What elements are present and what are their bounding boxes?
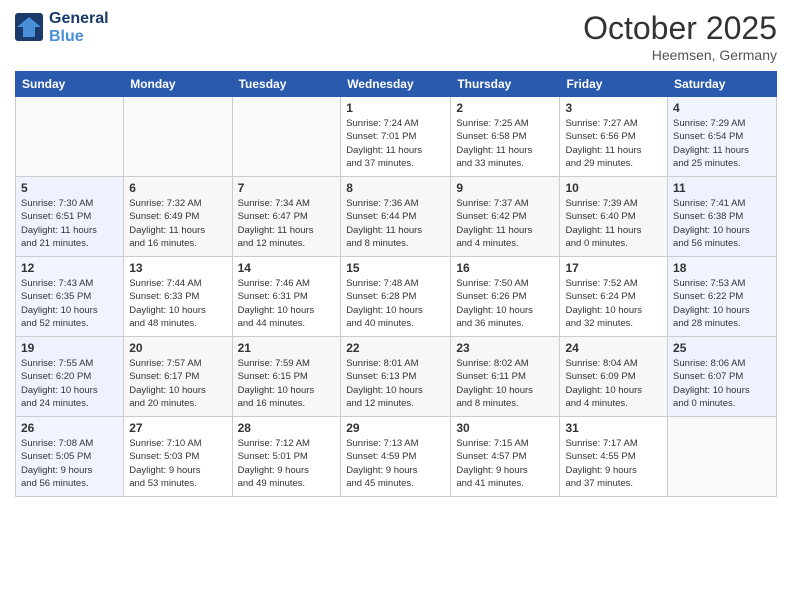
table-row: 31Sunrise: 7:17 AM Sunset: 4:55 PM Dayli… — [560, 417, 668, 497]
table-row: 17Sunrise: 7:52 AM Sunset: 6:24 PM Dayli… — [560, 257, 668, 337]
table-row: 29Sunrise: 7:13 AM Sunset: 4:59 PM Dayli… — [341, 417, 451, 497]
month-title: October 2025 — [583, 10, 777, 47]
table-row: 22Sunrise: 8:01 AM Sunset: 6:13 PM Dayli… — [341, 337, 451, 417]
table-row — [124, 97, 232, 177]
calendar-header-row: Sunday Monday Tuesday Wednesday Thursday… — [16, 72, 777, 97]
page: General Blue October 2025 Heemsen, Germa… — [0, 0, 792, 612]
table-row — [16, 97, 124, 177]
table-row: 1Sunrise: 7:24 AM Sunset: 7:01 PM Daylig… — [341, 97, 451, 177]
table-row: 16Sunrise: 7:50 AM Sunset: 6:26 PM Dayli… — [451, 257, 560, 337]
table-row: 23Sunrise: 8:02 AM Sunset: 6:11 PM Dayli… — [451, 337, 560, 417]
table-row: 6Sunrise: 7:32 AM Sunset: 6:49 PM Daylig… — [124, 177, 232, 257]
table-row — [668, 417, 777, 497]
table-row: 20Sunrise: 7:57 AM Sunset: 6:17 PM Dayli… — [124, 337, 232, 417]
table-row: 7Sunrise: 7:34 AM Sunset: 6:47 PM Daylig… — [232, 177, 341, 257]
title-block: October 2025 Heemsen, Germany — [583, 10, 777, 63]
table-row: 21Sunrise: 7:59 AM Sunset: 6:15 PM Dayli… — [232, 337, 341, 417]
table-row: 24Sunrise: 8:04 AM Sunset: 6:09 PM Dayli… — [560, 337, 668, 417]
col-thursday: Thursday — [451, 72, 560, 97]
table-row: 14Sunrise: 7:46 AM Sunset: 6:31 PM Dayli… — [232, 257, 341, 337]
table-row: 2Sunrise: 7:25 AM Sunset: 6:58 PM Daylig… — [451, 97, 560, 177]
col-monday: Monday — [124, 72, 232, 97]
table-row: 5Sunrise: 7:30 AM Sunset: 6:51 PM Daylig… — [16, 177, 124, 257]
table-row: 3Sunrise: 7:27 AM Sunset: 6:56 PM Daylig… — [560, 97, 668, 177]
table-row: 10Sunrise: 7:39 AM Sunset: 6:40 PM Dayli… — [560, 177, 668, 257]
calendar-table: Sunday Monday Tuesday Wednesday Thursday… — [15, 71, 777, 497]
col-friday: Friday — [560, 72, 668, 97]
table-row: 26Sunrise: 7:08 AM Sunset: 5:05 PM Dayli… — [16, 417, 124, 497]
table-row: 25Sunrise: 8:06 AM Sunset: 6:07 PM Dayli… — [668, 337, 777, 417]
table-row: 28Sunrise: 7:12 AM Sunset: 5:01 PM Dayli… — [232, 417, 341, 497]
col-sunday: Sunday — [16, 72, 124, 97]
col-wednesday: Wednesday — [341, 72, 451, 97]
table-row: 15Sunrise: 7:48 AM Sunset: 6:28 PM Dayli… — [341, 257, 451, 337]
table-row — [232, 97, 341, 177]
table-row: 19Sunrise: 7:55 AM Sunset: 6:20 PM Dayli… — [16, 337, 124, 417]
logo-icon — [15, 13, 45, 43]
table-row: 27Sunrise: 7:10 AM Sunset: 5:03 PM Dayli… — [124, 417, 232, 497]
table-row: 13Sunrise: 7:44 AM Sunset: 6:33 PM Dayli… — [124, 257, 232, 337]
logo-text: General Blue — [49, 10, 109, 46]
table-row: 12Sunrise: 7:43 AM Sunset: 6:35 PM Dayli… — [16, 257, 124, 337]
col-tuesday: Tuesday — [232, 72, 341, 97]
col-saturday: Saturday — [668, 72, 777, 97]
header: General Blue October 2025 Heemsen, Germa… — [15, 10, 777, 63]
table-row: 11Sunrise: 7:41 AM Sunset: 6:38 PM Dayli… — [668, 177, 777, 257]
table-row: 8Sunrise: 7:36 AM Sunset: 6:44 PM Daylig… — [341, 177, 451, 257]
table-row: 18Sunrise: 7:53 AM Sunset: 6:22 PM Dayli… — [668, 257, 777, 337]
table-row: 4Sunrise: 7:29 AM Sunset: 6:54 PM Daylig… — [668, 97, 777, 177]
table-row: 9Sunrise: 7:37 AM Sunset: 6:42 PM Daylig… — [451, 177, 560, 257]
table-row: 30Sunrise: 7:15 AM Sunset: 4:57 PM Dayli… — [451, 417, 560, 497]
logo: General Blue — [15, 10, 109, 46]
location: Heemsen, Germany — [583, 47, 777, 63]
